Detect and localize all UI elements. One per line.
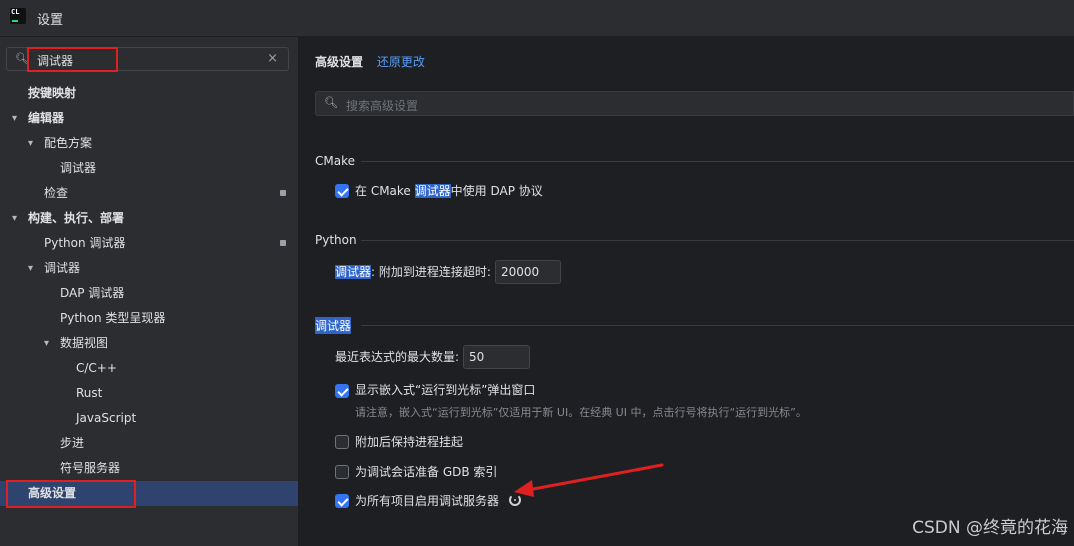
prepare-gdb-index-label: 为调试会话准备 GDB 索引: [355, 465, 498, 479]
clear-search-icon[interactable]: ×: [267, 51, 278, 66]
enable-debug-server-label: 为所有项目启用调试服务器: [355, 494, 500, 508]
clion-logo-icon: CL: [10, 8, 26, 24]
chevron-down-icon[interactable]: ▾: [28, 256, 33, 281]
sidebar-tree-item[interactable]: 调试器: [0, 156, 298, 181]
prepare-gdb-index-checkbox[interactable]: [335, 465, 349, 479]
title-bar: CL 设置: [0, 0, 1074, 37]
sidebar-tree-item-label: 编辑器: [28, 111, 65, 125]
max-recent-expressions-field[interactable]: 50: [463, 345, 530, 369]
sidebar-tree-item-label: 数据视图: [60, 336, 109, 350]
sidebar-tree-item[interactable]: JavaScript: [0, 406, 298, 431]
sidebar-tree-item[interactable]: C/C++: [0, 356, 298, 381]
sidebar-tree-item-label: DAP 调试器: [60, 286, 125, 300]
revert-changes-link[interactable]: 还原更改: [377, 55, 425, 69]
sidebar-tree-item-label: 按键映射: [28, 86, 77, 100]
section-divider: [361, 240, 1074, 241]
keep-process-suspended-checkbox[interactable]: [335, 435, 349, 449]
sidebar-tree-item-label: 步进: [60, 436, 85, 450]
search-icon: 🔍︎: [324, 96, 338, 109]
sidebar-tree-item[interactable]: ▾ 数据视图: [0, 331, 298, 356]
chevron-down-icon[interactable]: ▾: [12, 206, 17, 231]
sidebar-tree-item[interactable]: 按键映射: [0, 81, 298, 106]
sidebar-tree-item-label: 检查: [44, 186, 69, 200]
page-title: 高级设置: [315, 55, 364, 69]
sidebar-tree-item-label: 调试器: [44, 261, 81, 275]
settings-content: 高级设置 还原更改 🔍︎ 搜索高级设置 CMake 在 CMake 调试器中使用…: [299, 37, 1074, 546]
sidebar-tree-item[interactable]: ▾ 构建、执行、部署: [0, 206, 298, 231]
chevron-down-icon[interactable]: ▾: [28, 131, 33, 156]
cmake-dap-label: 在 CMake 调试器中使用 DAP 协议: [355, 184, 543, 198]
sidebar-tree-item[interactable]: 符号服务器: [0, 456, 298, 481]
sidebar-tree-item-label: JavaScript: [76, 411, 137, 425]
settings-sidebar: 🔍︎ 调试器 × 按键映射 ▾ 编辑器 ▾ 配色方案 调试器 检查 ▾ 构建、执行、部署 Pyth…: [0, 37, 299, 546]
sidebar-tree-item[interactable]: Python 类型呈现器: [0, 306, 298, 331]
annotation-box-advanced: [6, 480, 136, 508]
sidebar-tree-item[interactable]: 检查: [0, 181, 298, 206]
content-header: 高级设置 还原更改: [315, 53, 425, 70]
sidebar-tree-item[interactable]: Python 调试器: [0, 231, 298, 256]
sidebar-tree-item-label: 配色方案: [44, 136, 93, 150]
inline-run-to-cursor-label: 显示嵌入式“运行到光标”弹出窗口: [355, 383, 536, 397]
section-divider: [361, 325, 1074, 326]
python-timeout-label: 调试器: 附加到进程连接超时:: [335, 265, 491, 279]
reset-default-icon[interactable]: [509, 494, 521, 506]
sidebar-tree-item[interactable]: Rust: [0, 381, 298, 406]
section-title-python: Python: [315, 233, 357, 247]
keep-process-suspended-label: 附加后保持进程挂起: [355, 435, 464, 449]
sidebar-tree-item-label: Python 调试器: [44, 236, 126, 250]
sidebar-tree-item-label: 调试器: [60, 161, 97, 175]
watermark: CSDN @终竟的花海: [912, 518, 1068, 538]
annotation-box-search: [27, 47, 118, 72]
section-title-cmake: CMake: [315, 154, 355, 168]
cmake-dap-checkbox[interactable]: [335, 184, 349, 198]
sidebar-tree-item[interactable]: 步进: [0, 431, 298, 456]
sidebar-tree-item-label: Python 类型呈现器: [60, 311, 166, 325]
project-level-icon: [280, 190, 286, 196]
sidebar-tree-item-label: Rust: [76, 386, 103, 400]
sidebar-tree-item[interactable]: ▾ 调试器: [0, 256, 298, 281]
sidebar-tree-item-label: 构建、执行、部署: [28, 211, 125, 225]
enable-debug-server-checkbox[interactable]: [335, 494, 349, 508]
sidebar-tree-item[interactable]: DAP 调试器: [0, 281, 298, 306]
search-placeholder: 搜索高级设置: [346, 99, 419, 113]
inline-run-to-cursor-checkbox[interactable]: [335, 384, 349, 398]
python-timeout-field[interactable]: 20000: [495, 260, 561, 284]
project-level-icon: [280, 240, 286, 246]
sidebar-tree-item-label: C/C++: [76, 361, 117, 375]
sidebar-tree-item[interactable]: ▾ 配色方案: [0, 131, 298, 156]
window-title: 设置: [37, 13, 64, 28]
section-divider: [361, 161, 1074, 162]
section-title-debugger: 调试器: [315, 317, 352, 334]
inline-run-to-cursor-hint: 请注意，嵌入式“运行到光标”仅适用于新 UI。在经典 UI 中，点击行号将执行“…: [355, 406, 807, 419]
chevron-down-icon[interactable]: ▾: [44, 331, 49, 356]
advanced-settings-search-input[interactable]: 🔍︎ 搜索高级设置: [315, 91, 1074, 116]
chevron-down-icon[interactable]: ▾: [12, 106, 17, 131]
max-recent-expressions-label: 最近表达式的最大数量:: [335, 350, 460, 364]
sidebar-tree-item-label: 符号服务器: [60, 461, 121, 475]
sidebar-tree-item[interactable]: ▾ 编辑器: [0, 106, 298, 131]
